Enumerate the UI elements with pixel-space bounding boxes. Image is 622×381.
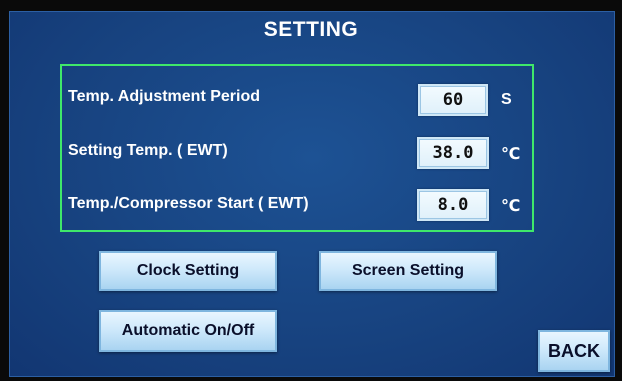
hmi-screen: SETTING Temp. Adjustment Period 60 S Set… (0, 0, 622, 381)
clock-setting-button[interactable]: Clock Setting (99, 251, 277, 291)
temp-adjustment-period-unit: S (501, 91, 512, 108)
temp-adjustment-period-label: Temp. Adjustment Period (68, 88, 261, 105)
setting-temp-field[interactable]: 38.0 (417, 137, 489, 169)
temp-adjustment-period-field[interactable]: 60 (418, 84, 488, 116)
back-button[interactable]: BACK (538, 330, 610, 372)
setting-temp-unit: ℃ (501, 146, 521, 163)
screen-setting-button[interactable]: Screen Setting (319, 251, 497, 291)
page-title: SETTING (263, 18, 359, 41)
compressor-start-temp-label: Temp./Compressor Start ( EWT) (68, 195, 309, 212)
setting-temp-label: Setting Temp. ( EWT) (68, 142, 228, 159)
compressor-start-temp-unit: ℃ (501, 198, 521, 215)
automatic-on-off-button[interactable]: Automatic On/Off (99, 310, 277, 352)
compressor-start-temp-field[interactable]: 8.0 (417, 189, 489, 221)
